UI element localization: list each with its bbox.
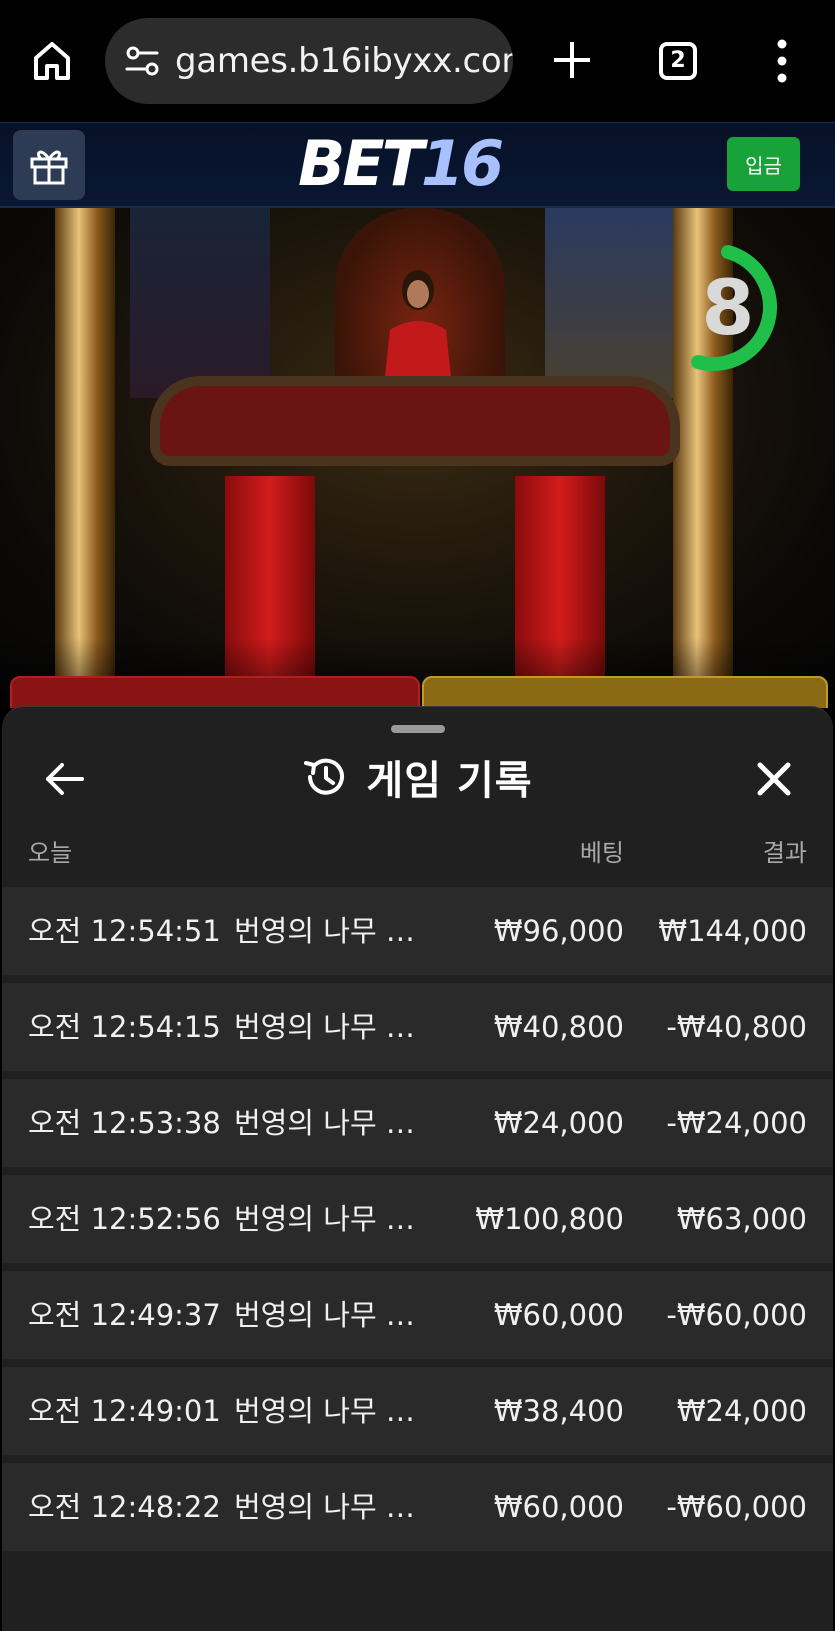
column-header-result: 결과 xyxy=(762,839,807,867)
url-text: games.b16ibyxx.com xyxy=(175,41,513,81)
row-bet: ₩60,000 xyxy=(493,1298,624,1332)
row-result: ₩24,000 xyxy=(676,1394,807,1428)
site-header: BET16 입금 xyxy=(0,122,835,208)
row-result: ₩144,000 xyxy=(658,914,807,948)
row-game: 번영의 나무 바... xyxy=(234,1298,434,1332)
drag-handle[interactable] xyxy=(391,725,445,733)
row-result: -₩60,000 xyxy=(666,1490,807,1524)
tab-switcher-icon[interactable]: 2 xyxy=(659,42,697,80)
row-bet: ₩96,000 xyxy=(493,914,624,948)
dealer-figure xyxy=(384,270,452,386)
deposit-button[interactable]: 입금 xyxy=(727,137,800,191)
history-row[interactable]: 오전 12:54:51 번영의 나무 바... ₩96,000 ₩144,000 xyxy=(2,887,833,975)
history-row[interactable]: 오전 12:52:56 번영의 나무 바... ₩100,800 ₩63,000 xyxy=(2,1175,833,1263)
sheet-header: 게임 기록 xyxy=(2,747,833,807)
row-time: 오전 12:53:38 xyxy=(28,1106,221,1140)
home-icon[interactable] xyxy=(28,36,76,84)
gift-icon xyxy=(30,150,68,185)
history-row[interactable]: 오전 12:49:37 번영의 나무 바... ₩60,000 -₩60,000 xyxy=(2,1271,833,1359)
row-bet: ₩60,000 xyxy=(493,1490,624,1524)
row-time: 오전 12:49:37 xyxy=(28,1298,221,1332)
row-bet: ₩38,400 xyxy=(493,1394,624,1428)
row-game: 번영의 나무 바... xyxy=(234,1202,434,1236)
game-history-sheet: 게임 기록 오늘 베팅 결과 오전 12:54:51 번영의 나무 바... ₩… xyxy=(2,706,833,1631)
row-game: 번영의 나무 바... xyxy=(234,1394,434,1428)
row-bet: ₩100,800 xyxy=(475,1202,624,1236)
game-table xyxy=(150,376,680,466)
more-vert-icon[interactable] xyxy=(770,38,794,84)
logo-text-16: 16 xyxy=(420,127,504,200)
row-result: -₩40,800 xyxy=(666,1010,807,1044)
dragon-bet-zone[interactable] xyxy=(10,676,420,708)
row-game: 번영의 나무 바... xyxy=(234,1106,434,1140)
live-game-video[interactable]: 8 xyxy=(0,208,835,708)
history-icon xyxy=(304,758,345,795)
close-icon[interactable] xyxy=(752,757,796,801)
gift-button[interactable] xyxy=(13,130,85,200)
row-time: 오전 12:52:56 xyxy=(28,1202,221,1236)
column-header-bet: 베팅 xyxy=(579,839,624,867)
row-time: 오전 12:54:15 xyxy=(28,1010,221,1044)
site-settings-icon[interactable] xyxy=(123,41,163,81)
countdown-number: 8 xyxy=(701,263,755,352)
row-game: 번영의 나무 바... xyxy=(234,1010,434,1044)
pillar-decoration xyxy=(55,208,115,708)
address-bar[interactable]: games.b16ibyxx.com xyxy=(105,18,513,104)
row-bet: ₩40,800 xyxy=(493,1010,624,1044)
sheet-title: 게임 기록 xyxy=(366,758,533,804)
row-game: 번영의 나무 바... xyxy=(234,1490,434,1524)
plus-icon[interactable] xyxy=(548,36,596,84)
history-row[interactable]: 오전 12:49:01 번영의 나무 바... ₩38,400 ₩24,000 xyxy=(2,1367,833,1455)
history-row[interactable]: 오전 12:48:22 번영의 나무 바... ₩60,000 -₩60,000 xyxy=(2,1463,833,1551)
history-row[interactable]: 오전 12:53:38 번영의 나무 바... ₩24,000 -₩24,000 xyxy=(2,1079,833,1167)
dragon-panel xyxy=(130,208,270,398)
row-result: -₩24,000 xyxy=(666,1106,807,1140)
row-game: 번영의 나무 바... xyxy=(234,914,434,948)
history-row[interactable]: 오전 12:54:15 번영의 나무 바... ₩40,800 -₩40,800 xyxy=(2,983,833,1071)
tiger-bet-zone[interactable] xyxy=(422,676,828,708)
browser-toolbar: games.b16ibyxx.com 2 xyxy=(0,0,835,122)
row-result: ₩63,000 xyxy=(676,1202,807,1236)
row-time: 오전 12:48:22 xyxy=(28,1490,221,1524)
row-time: 오전 12:49:01 xyxy=(28,1394,221,1428)
bet16-logo[interactable]: BET16 xyxy=(298,127,504,200)
row-time: 오전 12:54:51 xyxy=(28,914,221,948)
history-list: 오전 12:54:51 번영의 나무 바... ₩96,000 ₩144,000… xyxy=(2,887,833,1559)
logo-text-bet: BET xyxy=(298,127,424,200)
row-bet: ₩24,000 xyxy=(493,1106,624,1140)
column-header-today: 오늘 xyxy=(28,839,73,867)
row-result: -₩60,000 xyxy=(666,1298,807,1332)
